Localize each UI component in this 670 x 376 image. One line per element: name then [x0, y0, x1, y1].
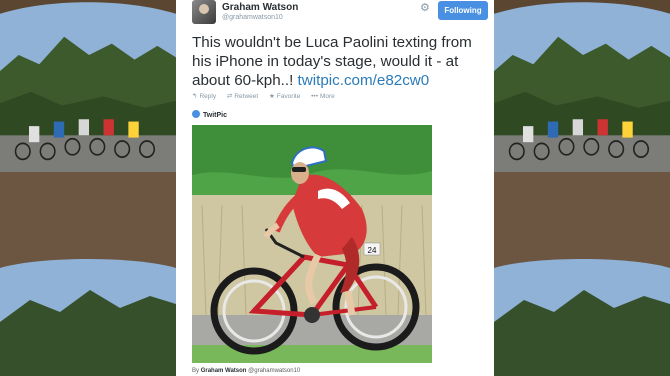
background-arch-left: [0, 172, 176, 376]
background-arch-right: [494, 172, 670, 376]
favorite-label: Favorite: [276, 93, 301, 100]
rider-number: 24: [368, 246, 377, 255]
credit-handle[interactable]: @grahamwatson10: [248, 368, 300, 374]
tweet-header: Graham Watson @grahamwatson10 ⚙ Followin…: [192, 0, 488, 28]
tweet-photo[interactable]: 24: [192, 125, 432, 363]
background-photo-left-top: [0, 0, 176, 172]
avatar[interactable]: [192, 0, 216, 24]
tweet-text: This wouldn't be Luca Paolini texting fr…: [192, 33, 482, 90]
reply-action[interactable]: ↰ Reply: [192, 93, 216, 100]
gear-icon[interactable]: ⚙: [420, 3, 430, 14]
tweet-card: Graham Watson @grahamwatson10 ⚙ Followin…: [176, 0, 494, 376]
media-source[interactable]: TwitPic: [192, 110, 227, 119]
credit-name[interactable]: Graham Watson: [201, 368, 247, 374]
cyclist-photo: 24: [192, 125, 432, 363]
tweet-actions: ↰ Reply ⇄ Retweet ★ Favorite ••• More: [192, 92, 344, 100]
author-name[interactable]: Graham Watson: [222, 2, 298, 13]
more-label: More: [319, 93, 335, 100]
reply-label: Reply: [199, 93, 217, 100]
background-photo-right-top: [494, 0, 670, 172]
retweet-label: Retweet: [234, 93, 259, 100]
twitpic-icon: [192, 110, 200, 118]
retweet-icon: ⇄: [226, 93, 233, 100]
tweet-link[interactable]: twitpic.com/e82cw0: [298, 72, 430, 89]
retweet-action[interactable]: ⇄ Retweet: [227, 93, 258, 100]
star-icon: ★: [269, 93, 275, 100]
media-source-label: TwitPic: [203, 112, 227, 119]
more-icon: •••: [311, 93, 318, 100]
following-button[interactable]: Following: [438, 1, 488, 20]
author-handle[interactable]: @grahamwatson10: [222, 14, 283, 21]
photo-credit: By Graham Watson @grahamwatson10: [192, 368, 300, 374]
credit-prefix: By: [192, 368, 200, 374]
favorite-action[interactable]: ★ Favorite: [269, 93, 300, 100]
more-action[interactable]: ••• More: [311, 93, 335, 100]
reply-icon: ↰: [192, 93, 198, 100]
